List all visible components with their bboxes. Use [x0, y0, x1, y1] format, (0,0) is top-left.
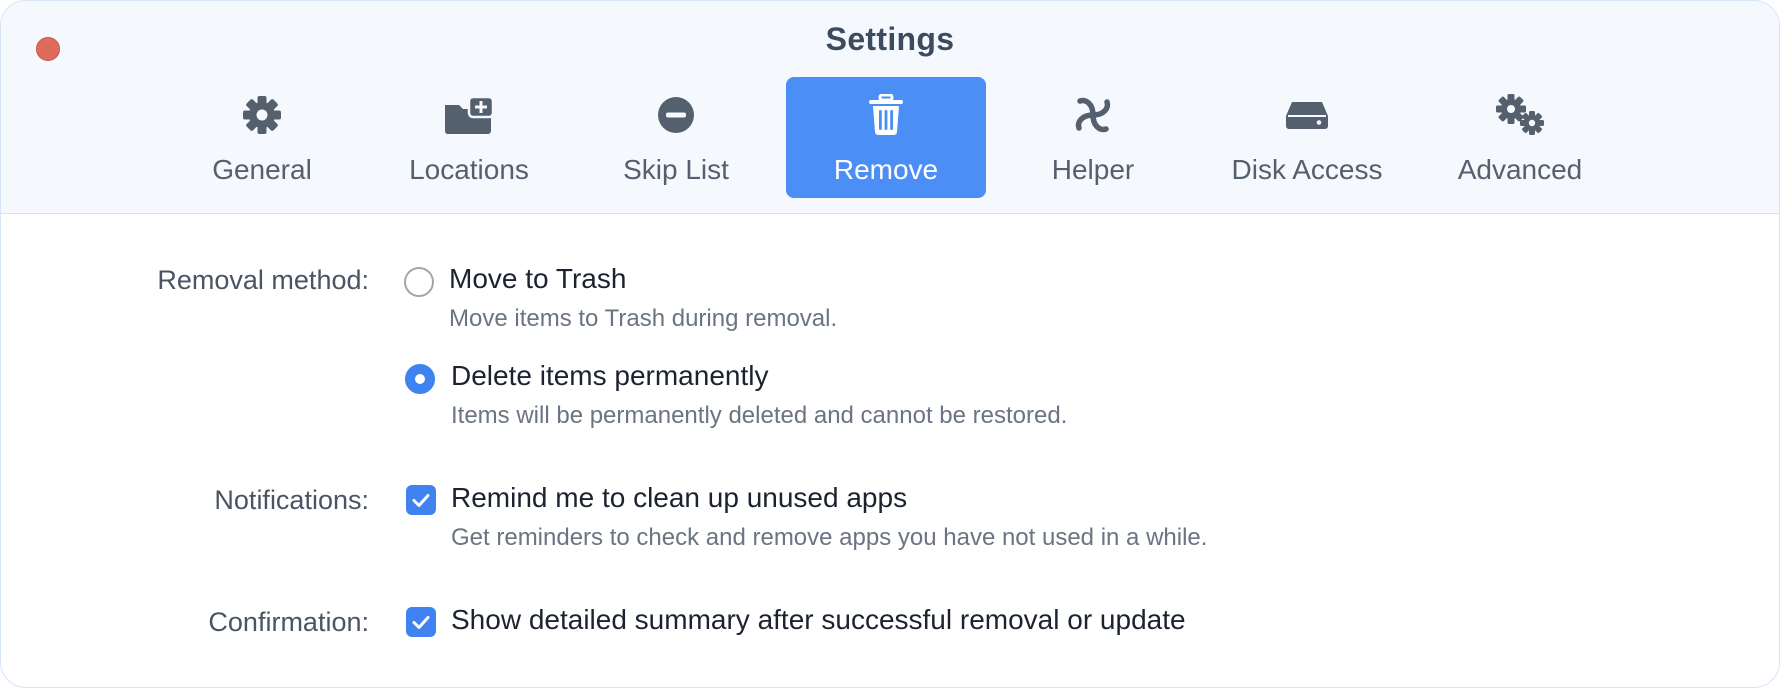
tab-label: Helper: [1051, 154, 1135, 185]
tab-remove[interactable]: Remove: [786, 77, 986, 198]
remind-unused-apps-title: Remind me to clean up unused apps: [451, 482, 908, 513]
window-title: Settings: [825, 21, 955, 57]
delete-permanently-radio[interactable]: [405, 364, 435, 394]
helper-swirl-icon: [1004, 93, 1182, 137]
tab-label: Advanced: [1457, 154, 1583, 185]
trash-icon: [786, 93, 986, 137]
move-to-trash-title: Move to Trash: [449, 263, 627, 294]
tab-label: Skip List: [623, 154, 729, 185]
removal-method-label: Removal method:: [157, 265, 369, 295]
tab-skip-list[interactable]: Skip List: [587, 77, 765, 198]
remind-unused-apps-description: Get reminders to check and remove apps y…: [451, 524, 1208, 551]
tab-label: Remove: [833, 154, 939, 185]
notifications-label: Notifications:: [214, 485, 369, 515]
remind-unused-apps-checkbox[interactable]: [406, 485, 436, 515]
tab-disk-access[interactable]: Disk Access: [1212, 77, 1402, 198]
move-to-trash-description: Move items to Trash during removal.: [449, 305, 838, 332]
minus-circle-icon: [587, 93, 765, 137]
tab-general[interactable]: General: [173, 77, 351, 198]
disk-drive-icon: [1212, 93, 1402, 137]
tab-locations[interactable]: Locations: [380, 77, 558, 198]
gear-icon: [173, 93, 351, 137]
settings-window: Settings General Locations Skip List Rem…: [0, 0, 1780, 688]
tab-advanced[interactable]: Advanced: [1431, 77, 1609, 198]
checkmark-icon: [412, 494, 430, 507]
show-summary-title: Show detailed summary after successful r…: [451, 604, 1186, 635]
toolbar: Settings General Locations Skip List Rem…: [1, 1, 1779, 214]
move-to-trash-radio[interactable]: [404, 267, 434, 297]
tab-label: Disk Access: [1231, 154, 1383, 185]
tab-helper[interactable]: Helper: [1004, 77, 1182, 198]
tab-label: General: [212, 154, 312, 185]
tab-label: Locations: [409, 154, 529, 185]
delete-permanently-description: Items will be permanently deleted and ca…: [451, 402, 1068, 429]
delete-permanently-title: Delete items permanently: [451, 360, 769, 391]
checkmark-icon: [412, 616, 430, 629]
confirmation-label: Confirmation:: [208, 607, 369, 637]
show-summary-checkbox[interactable]: [406, 607, 436, 637]
folder-plus-icon: [380, 93, 558, 137]
gears-icon: [1431, 93, 1609, 137]
